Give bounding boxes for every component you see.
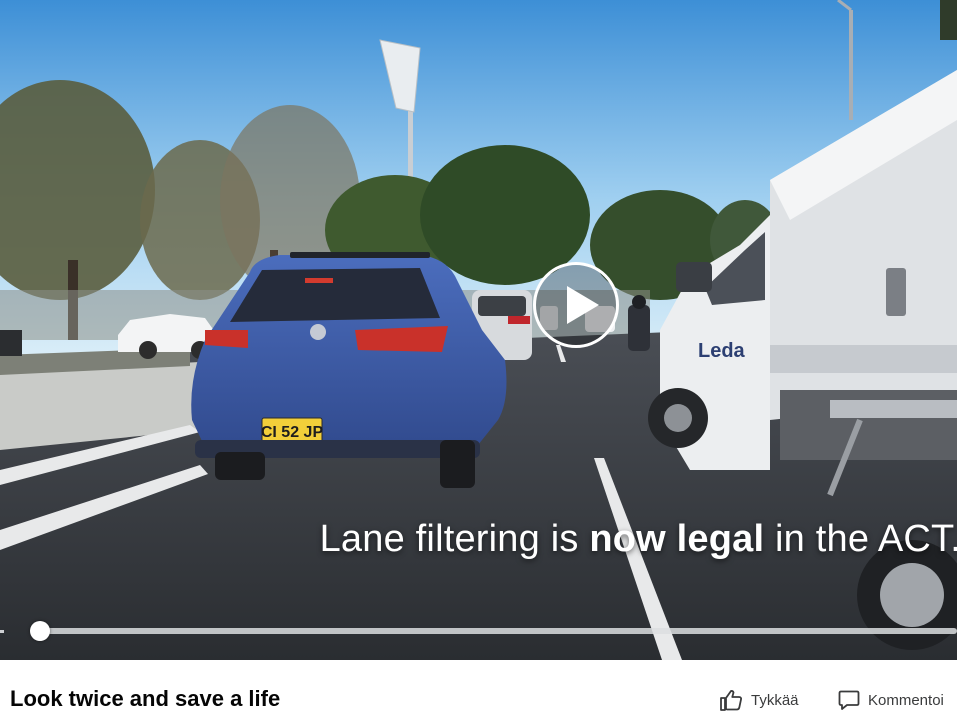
comment-button[interactable]: Kommentoi — [838, 689, 944, 711]
caption-suffix: in the ACT. — [764, 518, 957, 560]
thumbs-up-icon — [719, 689, 743, 711]
seek-bar-track — [40, 628, 957, 634]
video-caption: Lane filtering is now legal in the ACT. — [0, 518, 957, 561]
video-player[interactable]: CI 52 JP Leda Lane filtering is now lega… — [0, 0, 957, 660]
video-seek-bar[interactable] — [0, 618, 957, 646]
number-plate-text: CI 52 JP — [261, 424, 324, 441]
seek-bar-elapsed — [0, 630, 4, 633]
comment-bubble-icon — [838, 689, 860, 711]
video-frame: CI 52 JP Leda — [0, 0, 957, 660]
caption-prefix: Lane filtering is — [319, 518, 590, 560]
play-icon — [567, 286, 599, 324]
comment-label: Kommentoi — [868, 691, 944, 709]
like-button[interactable]: Tykkää — [719, 689, 799, 711]
seek-bar-handle[interactable] — [30, 621, 50, 641]
post-title: Look twice and save a life — [10, 686, 281, 711]
caption-bold: now legal — [589, 518, 765, 560]
like-label: Tykkää — [751, 691, 799, 709]
play-button[interactable] — [533, 262, 619, 348]
truck-brand-logo: Leda — [698, 340, 746, 362]
